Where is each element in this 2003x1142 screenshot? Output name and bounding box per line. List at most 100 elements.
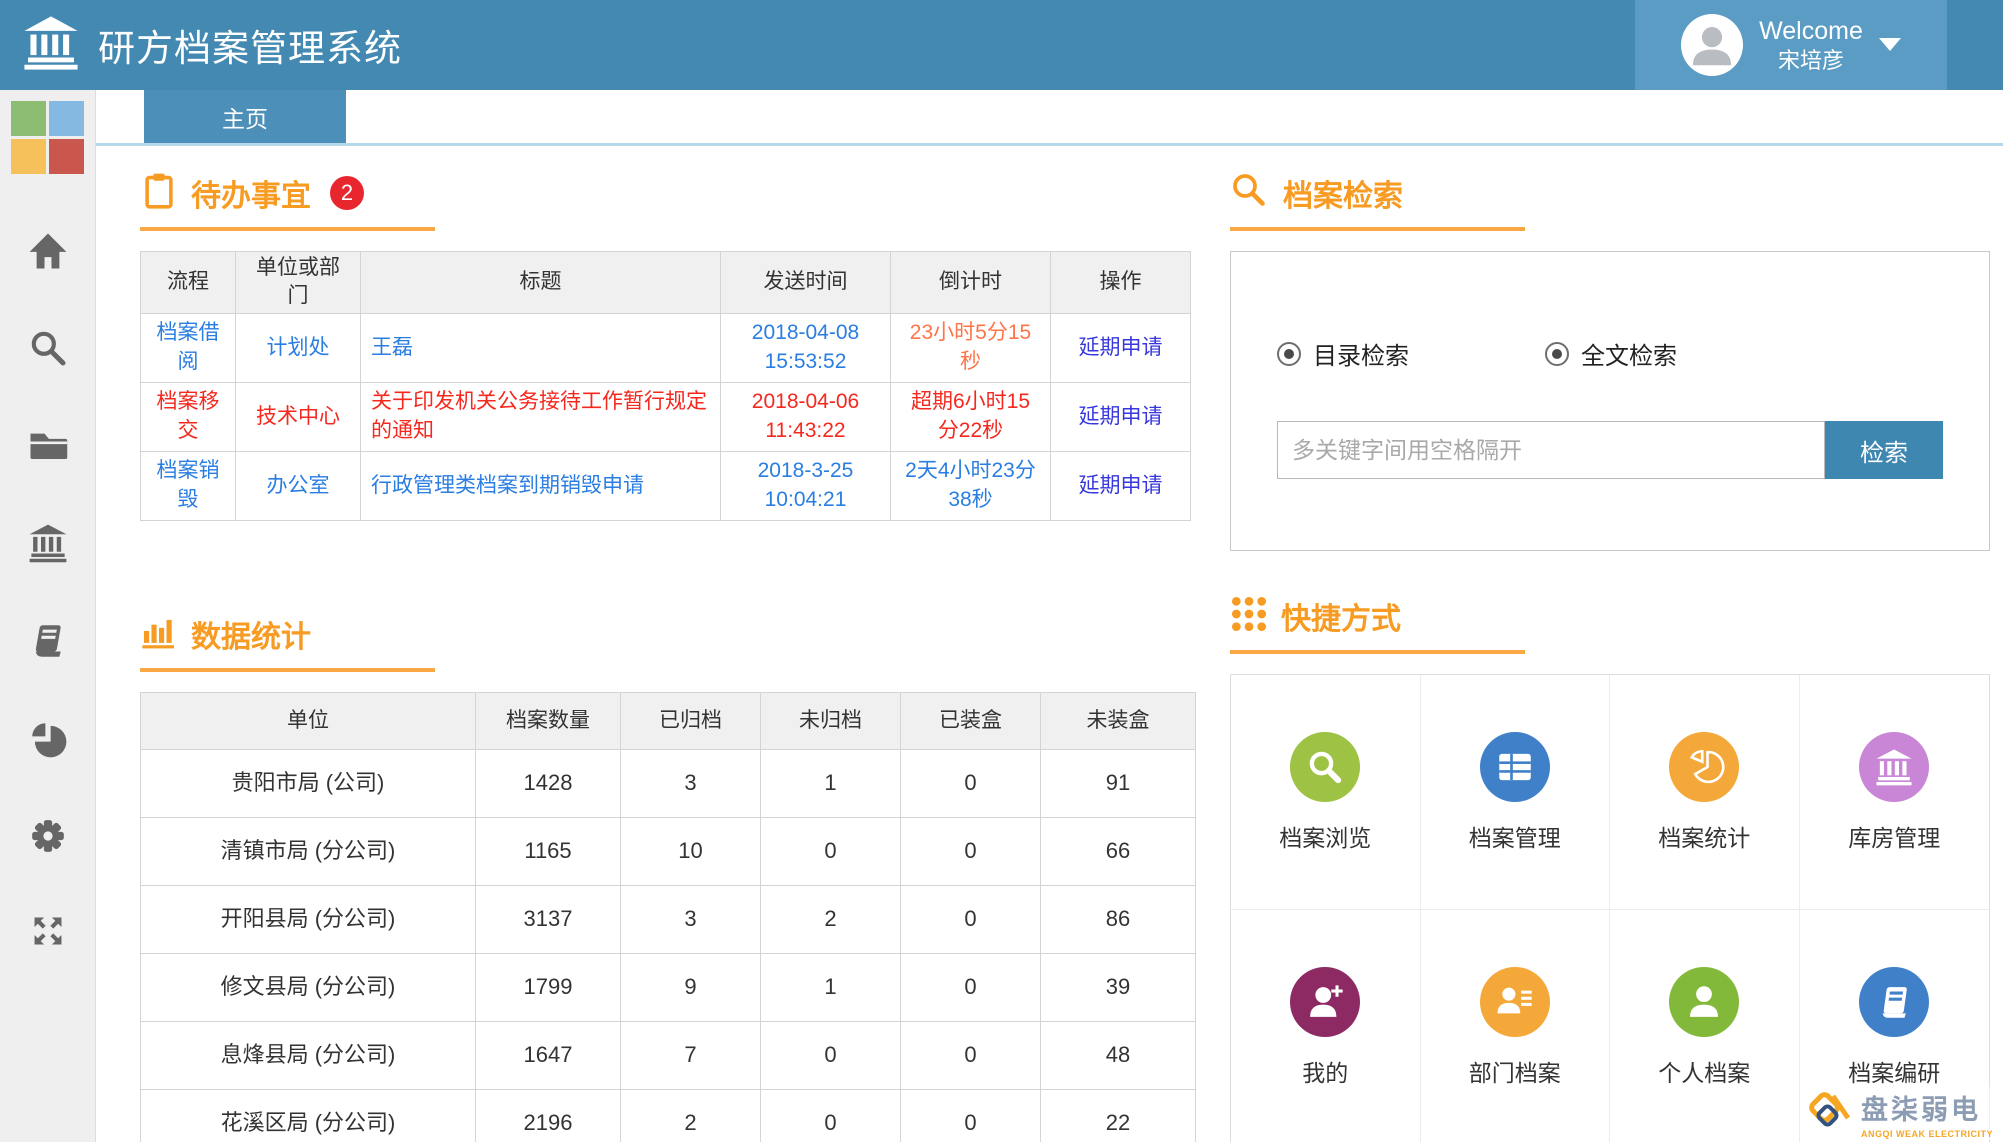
sidebar-item-search[interactable]: [28, 328, 68, 368]
shortcut-storage-manage[interactable]: 库房管理: [1799, 675, 1989, 910]
stats-unit-link[interactable]: 息烽县局 (分公司): [140, 1020, 476, 1090]
sidebar-item-expand[interactable]: [29, 912, 67, 950]
app-logo: [11, 101, 84, 174]
pie-chart-icon: [1669, 731, 1740, 802]
sidebar: [0, 90, 96, 1142]
shortcut-grid: 档案浏览 档案管理 档案统计 库房管理 我的 部门档案 个人档案 档案编研: [1230, 674, 1990, 1142]
search-input[interactable]: [1277, 421, 1825, 479]
todo-dept-link[interactable]: 办公室: [235, 450, 361, 521]
todo-row: 档案借阅 计划处 王磊 2018-04-08 15:53:52 23小时5分15…: [140, 312, 1191, 383]
shortcut-dept-archive[interactable]: 部门档案: [1420, 910, 1610, 1142]
stats-unit-link[interactable]: 修文县局 (分公司): [140, 952, 476, 1022]
todo-delay-request-link[interactable]: 延期申请: [1050, 450, 1191, 521]
stats-unboxed: 22: [1040, 1088, 1196, 1142]
logo-square-green: [11, 101, 46, 136]
sidebar-nav: [0, 230, 95, 950]
bank-logo-icon: [22, 14, 80, 77]
todo-doc-title-link[interactable]: 行政管理类档案到期销毁申请: [360, 450, 721, 521]
todo-dept-link[interactable]: 计划处: [235, 312, 361, 383]
shortcut-archive-browse[interactable]: 档案浏览: [1231, 675, 1421, 910]
stats-unboxed: 66: [1040, 816, 1196, 886]
watermark-subtitle: ANGQI WEAK ELECTRICITY: [1861, 1129, 1993, 1139]
username: 宋培彦: [1777, 47, 1844, 73]
search-panel: 目录检索 全文检索 检索: [1230, 251, 1990, 551]
tab-home[interactable]: 主页: [144, 90, 346, 143]
radio-button-icon: [1277, 341, 1301, 366]
shortcuts-section: 快捷方式 档案浏览 档案管理 档案统计 库房管理 我的 部门档案 个人档案 档案…: [1230, 595, 1990, 1142]
logo-square-red: [49, 139, 84, 174]
folder-icon: [27, 433, 69, 469]
sidebar-item-folder[interactable]: [27, 424, 69, 466]
todo-sent-time: 2018-3-25 10:04:21: [720, 450, 891, 521]
stats-unboxed: 86: [1040, 884, 1196, 954]
stats-table: 单位 档案数量 已归档 未归档 已装盒 未装盒 贵阳市局 (公司) 1428 3…: [140, 691, 1196, 1142]
todo-col-title: 标题: [360, 251, 721, 314]
stats-unit-link[interactable]: 花溪区局 (分公司): [140, 1088, 476, 1142]
radio-catalog-label: 目录检索: [1313, 343, 1409, 370]
user-text: Welcome 宋培彦: [1759, 16, 1863, 75]
section-underline: [140, 667, 435, 672]
expand-icon: [29, 917, 67, 953]
radio-fulltext-search[interactable]: 全文检索: [1545, 336, 1677, 371]
todo-process-link[interactable]: 档案销毁: [140, 450, 236, 521]
search-section-head: 档案检索: [1230, 172, 1990, 214]
sidebar-item-bank[interactable]: [27, 522, 69, 564]
stats-archived: 7: [620, 1020, 761, 1090]
sidebar-item-book[interactable]: [27, 620, 69, 662]
todo-doc-title-link[interactable]: 关于印发机关公务接待工作暂行规定的通知: [360, 381, 721, 452]
sidebar-item-home[interactable]: [27, 230, 69, 272]
logo-square-blue: [49, 101, 84, 136]
table-icon: [1479, 731, 1550, 802]
stats-total: 1647: [475, 1020, 621, 1090]
radio-catalog-search[interactable]: 目录检索: [1277, 336, 1409, 371]
shortcut-archive-stats[interactable]: 档案统计: [1610, 675, 1800, 910]
shortcut-mine[interactable]: 我的: [1231, 910, 1421, 1142]
todo-sent-time: 2018-04-08 15:53:52: [720, 312, 891, 383]
stats-unit-link[interactable]: 清镇市局 (分公司): [140, 816, 476, 886]
person-icon: [1669, 966, 1740, 1037]
stats-col-total: 档案数量: [475, 691, 621, 750]
stats-boxed: 0: [900, 952, 1041, 1022]
clipboard-icon: [140, 171, 178, 216]
search-icon: [28, 331, 68, 371]
stats-unit-link[interactable]: 开阳县局 (分公司): [140, 884, 476, 954]
search-bar: 检索: [1277, 421, 1943, 479]
bar-chart-icon: [140, 611, 178, 656]
stats-unarchived: 1: [760, 748, 901, 818]
shortcut-archive-manage[interactable]: 档案管理: [1420, 675, 1610, 910]
stats-unarchived: 0: [760, 1020, 901, 1090]
sidebar-item-pie-chart[interactable]: [27, 718, 69, 760]
search-icon: [1290, 731, 1361, 802]
stats-unboxed: 39: [1040, 952, 1196, 1022]
stats-col-archived: 已归档: [620, 691, 761, 750]
todo-delay-request-link[interactable]: 延期申请: [1050, 381, 1191, 452]
stats-boxed: 0: [900, 816, 1041, 886]
book-icon: [27, 625, 69, 665]
todo-process-link[interactable]: 档案借阅: [140, 312, 236, 383]
stats-boxed: 0: [900, 748, 1041, 818]
search-mode-options: 目录检索 全文检索: [1277, 336, 1943, 371]
stats-unarchived: 0: [760, 1088, 901, 1142]
search-button[interactable]: 检索: [1825, 421, 1943, 479]
todo-process-link[interactable]: 档案移交: [140, 381, 236, 452]
sidebar-item-settings[interactable]: [28, 816, 68, 856]
todo-dept-link[interactable]: 技术中心: [235, 381, 361, 452]
user-menu[interactable]: Welcome 宋培彦: [1635, 0, 1947, 90]
todo-section: 待办事宜 2 流程 单位或部门 标题 发送时间 倒计时 操作 档案借阅 计划处 …: [140, 171, 1191, 521]
shortcut-personal-archive[interactable]: 个人档案: [1610, 910, 1800, 1142]
app-root: 研方档案管理系统 Welcome 宋培彦 主页 待办事宜 2 流程 单位或部门 …: [0, 0, 2003, 1142]
todo-delay-request-link[interactable]: 延期申请: [1050, 312, 1191, 383]
todo-col-countdown: 倒计时: [890, 251, 1051, 314]
stats-unboxed: 48: [1040, 1020, 1196, 1090]
stats-unarchived: 2: [760, 884, 901, 954]
bank-icon: [1859, 731, 1930, 802]
todo-doc-title-link[interactable]: 王磊: [360, 312, 721, 383]
todo-col-action: 操作: [1050, 251, 1191, 314]
stats-boxed: 0: [900, 884, 1041, 954]
todo-sent-time: 2018-04-06 11:43:22: [720, 381, 891, 452]
stats-col-boxed: 已装盒: [900, 691, 1041, 750]
search-icon: [1230, 171, 1270, 216]
stats-unarchived: 0: [760, 816, 901, 886]
stats-unit-link[interactable]: 贵阳市局 (公司): [140, 748, 476, 818]
people-icon: [1479, 966, 1550, 1037]
